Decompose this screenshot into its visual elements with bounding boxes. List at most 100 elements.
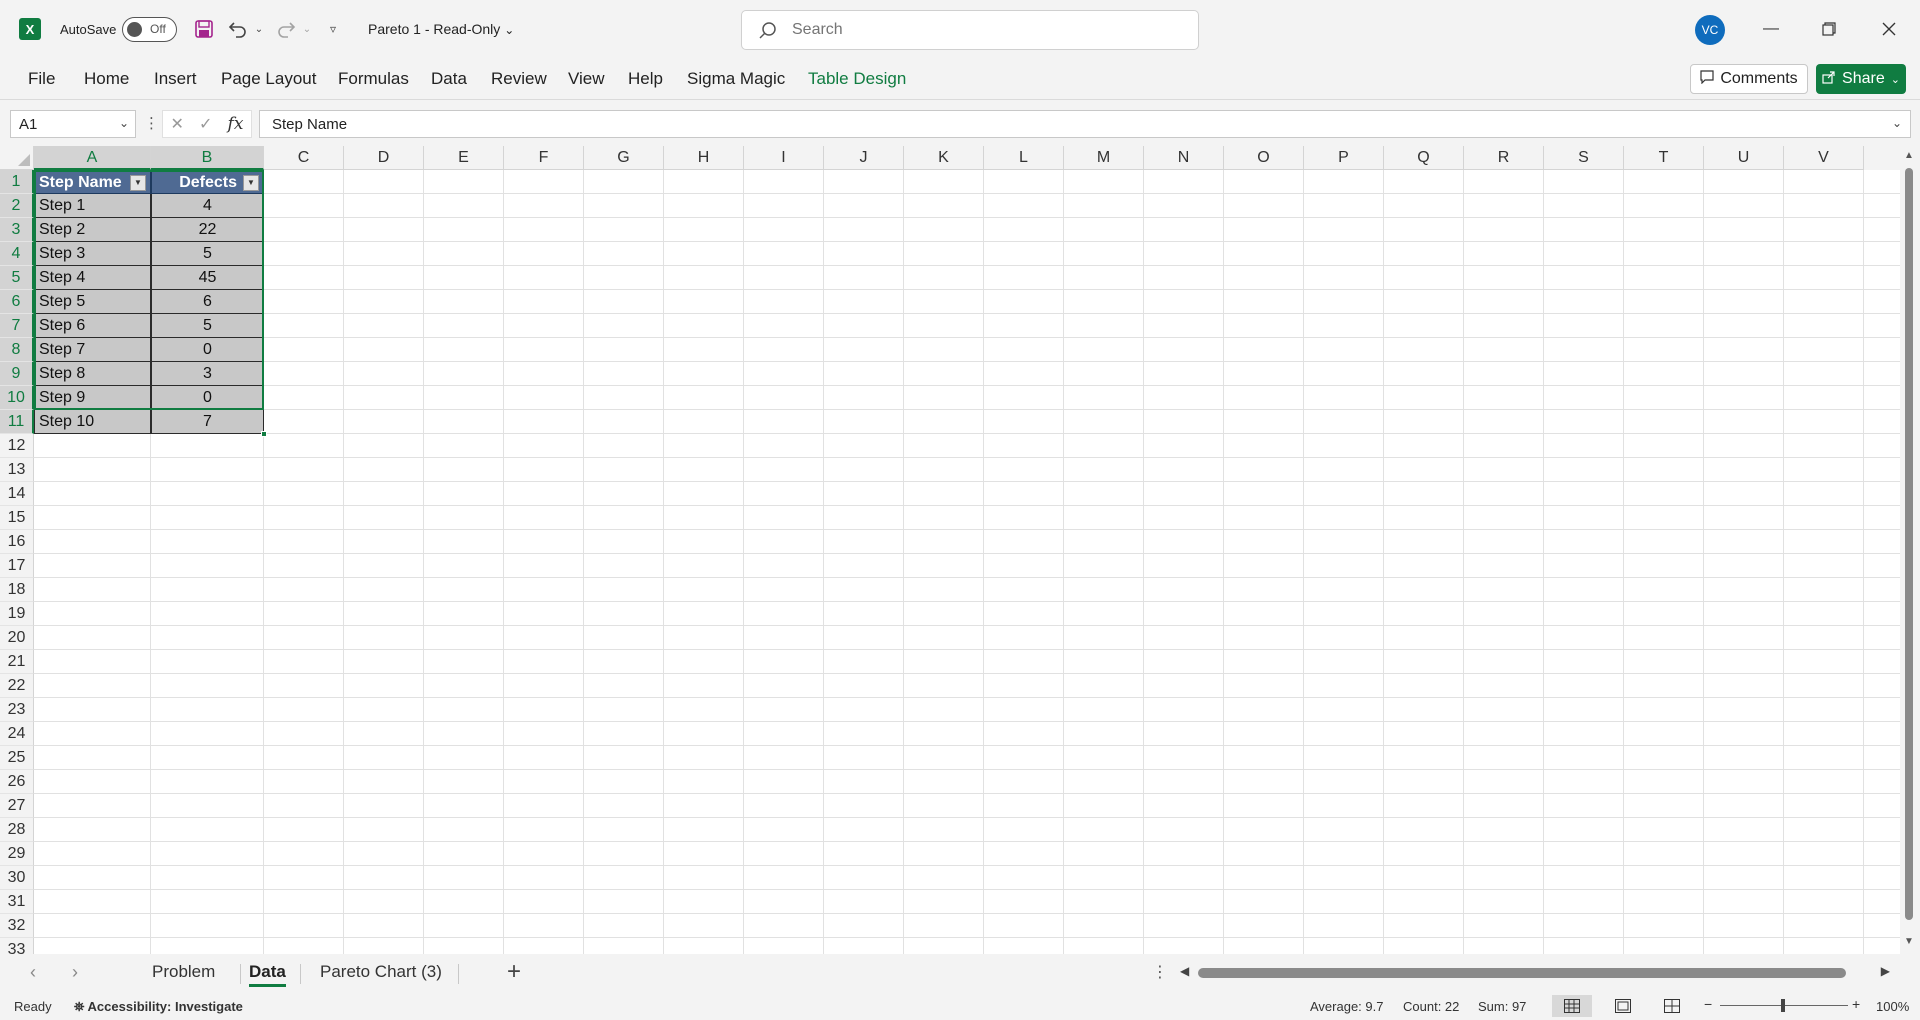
column-header-d[interactable]: D <box>344 146 424 170</box>
prev-sheet-icon[interactable]: ‹ <box>30 962 36 983</box>
defects-cell[interactable]: 4 <box>151 194 264 218</box>
sheet-tab-data[interactable]: Data <box>249 962 286 987</box>
column-header-f[interactable]: F <box>504 146 584 170</box>
row-header-22[interactable]: 22 <box>0 674 34 698</box>
scroll-left-icon[interactable]: ◀ <box>1180 964 1189 978</box>
scroll-down-icon[interactable]: ▼ <box>1904 936 1914 947</box>
enter-icon[interactable]: ✓ <box>199 114 212 134</box>
tab-sigma-magic[interactable]: Sigma Magic <box>687 69 785 89</box>
step-name-cell[interactable]: Step 3 <box>34 242 151 266</box>
sheet-tab-problem[interactable]: Problem <box>152 962 215 982</box>
tab-page-layout[interactable]: Page Layout <box>221 69 316 89</box>
row-header-18[interactable]: 18 <box>0 578 34 602</box>
zoom-level[interactable]: 100% <box>1876 999 1909 1014</box>
tab-help[interactable]: Help <box>628 69 663 89</box>
step-name-cell[interactable]: Step 1 <box>34 194 151 218</box>
scroll-right-icon[interactable]: ▶ <box>1881 964 1890 978</box>
page-break-view-icon[interactable] <box>1652 995 1692 1017</box>
row-header-13[interactable]: 13 <box>0 458 34 482</box>
redo-dropdown-icon[interactable]: ⌄ <box>300 17 314 41</box>
document-title[interactable]: Pareto 1 - Read-Only ⌄ <box>368 21 514 37</box>
undo-dropdown-icon[interactable]: ⌄ <box>252 17 266 41</box>
vertical-scroll-thumb[interactable] <box>1905 168 1913 920</box>
tab-review[interactable]: Review <box>491 69 547 89</box>
spreadsheet-grid[interactable]: ABCDEFGHIJKLMNOPQRSTUV 1 2 3 4 5 6 7 8 9 10 11 12 13… <box>0 146 1920 954</box>
row-header-11[interactable]: 11 <box>0 410 34 434</box>
defects-cell[interactable]: 45 <box>151 266 264 290</box>
column-header-s[interactable]: S <box>1544 146 1624 170</box>
column-header-n[interactable]: N <box>1144 146 1224 170</box>
step-name-cell[interactable]: Step 4 <box>34 266 151 290</box>
redo-icon[interactable] <box>274 17 298 41</box>
chevron-down-icon[interactable]: ⌄ <box>119 116 129 130</box>
defects-cell[interactable]: 0 <box>151 338 264 362</box>
customize-toolbar-icon[interactable]: ▿ <box>324 17 342 41</box>
column-header-r[interactable]: R <box>1464 146 1544 170</box>
row-header-28[interactable]: 28 <box>0 818 34 842</box>
column-header-v[interactable]: V <box>1784 146 1864 170</box>
step-name-cell[interactable]: Step 8 <box>34 362 151 386</box>
accessibility-status[interactable]: ⛯ Accessibility: Investigate <box>74 999 243 1015</box>
row-header-10[interactable]: 10 <box>0 386 34 410</box>
scroll-up-icon[interactable]: ▲ <box>1904 150 1914 161</box>
close-icon[interactable] <box>1874 14 1904 44</box>
search-box[interactable] <box>741 10 1199 50</box>
zoom-out-icon[interactable]: − <box>1704 996 1712 1012</box>
next-sheet-icon[interactable]: › <box>72 962 78 983</box>
step-name-cell[interactable]: Step 10 <box>34 410 151 434</box>
row-header-1[interactable]: 1 <box>0 170 34 194</box>
tab-file[interactable]: File <box>28 69 55 89</box>
fill-handle[interactable] <box>261 431 267 437</box>
row-header-4[interactable]: 4 <box>0 242 34 266</box>
column-header-h[interactable]: H <box>664 146 744 170</box>
add-sheet-icon[interactable]: + <box>507 958 521 986</box>
column-header-l[interactable]: L <box>984 146 1064 170</box>
column-header-p[interactable]: P <box>1304 146 1384 170</box>
column-header-q[interactable]: Q <box>1384 146 1464 170</box>
row-header-9[interactable]: 9 <box>0 362 34 386</box>
more-options-icon[interactable]: ⋮ <box>1152 962 1168 982</box>
column-header-g[interactable]: G <box>584 146 664 170</box>
tab-table-design[interactable]: Table Design <box>808 69 906 89</box>
row-header-20[interactable]: 20 <box>0 626 34 650</box>
row-header-32[interactable]: 32 <box>0 914 34 938</box>
excel-icon[interactable]: X <box>19 18 41 40</box>
restore-icon[interactable] <box>1814 14 1844 44</box>
step-name-cell[interactable]: Step 6 <box>34 314 151 338</box>
table-header-cell[interactable]: Step Name ▼ <box>34 170 151 194</box>
defects-cell[interactable]: 5 <box>151 314 264 338</box>
sheet-tab-pareto-chart[interactable]: Pareto Chart (3) <box>320 962 442 982</box>
row-header-23[interactable]: 23 <box>0 698 34 722</box>
step-name-cell[interactable]: Step 7 <box>34 338 151 362</box>
horizontal-scrollbar[interactable]: ◀ ▶ <box>1180 964 1890 980</box>
column-header-a[interactable]: A <box>34 146 151 170</box>
page-layout-view-icon[interactable] <box>1603 995 1643 1017</box>
column-header-c[interactable]: C <box>264 146 344 170</box>
insert-function-icon[interactable]: fx <box>228 114 244 134</box>
table-header-cell[interactable]: Defects ▼ <box>151 170 264 194</box>
row-header-17[interactable]: 17 <box>0 554 34 578</box>
row-header-29[interactable]: 29 <box>0 842 34 866</box>
defects-cell[interactable]: 0 <box>151 386 264 410</box>
row-header-16[interactable]: 16 <box>0 530 34 554</box>
select-all-button[interactable] <box>0 146 34 170</box>
search-input[interactable] <box>792 19 1172 41</box>
column-header-j[interactable]: J <box>824 146 904 170</box>
defects-cell[interactable]: 5 <box>151 242 264 266</box>
filter-dropdown-icon[interactable]: ▼ <box>130 175 146 191</box>
defects-cell[interactable]: 6 <box>151 290 264 314</box>
column-header-i[interactable]: I <box>744 146 824 170</box>
step-name-cell[interactable]: Step 2 <box>34 218 151 242</box>
defects-cell[interactable]: 3 <box>151 362 264 386</box>
tab-formulas[interactable]: Formulas <box>338 69 409 89</box>
row-header-26[interactable]: 26 <box>0 770 34 794</box>
formula-input[interactable]: Step Name ⌄ <box>259 110 1911 138</box>
name-box[interactable]: A1 ⌄ <box>10 110 136 138</box>
column-header-k[interactable]: K <box>904 146 984 170</box>
row-header-33[interactable]: 33 <box>0 938 34 954</box>
zoom-in-icon[interactable]: + <box>1852 996 1860 1012</box>
column-header-u[interactable]: U <box>1704 146 1784 170</box>
row-header-15[interactable]: 15 <box>0 506 34 530</box>
step-name-cell[interactable]: Step 9 <box>34 386 151 410</box>
tab-insert[interactable]: Insert <box>154 69 197 89</box>
